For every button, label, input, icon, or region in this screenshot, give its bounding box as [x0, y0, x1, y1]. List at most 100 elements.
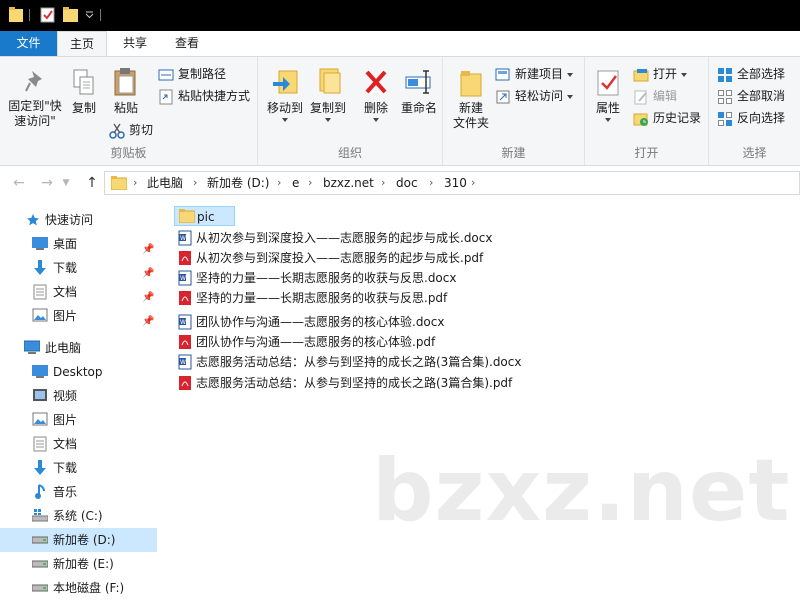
- drive-icon: [32, 560, 48, 568]
- customize-dropdown-icon[interactable]: [85, 11, 94, 19]
- svg-text:W: W: [180, 319, 186, 326]
- sidebar-item-documents-pc[interactable]: 文档: [0, 432, 157, 456]
- paste-label: 粘贴: [113, 101, 138, 115]
- invert-selection-button[interactable]: 反向选择: [717, 108, 785, 128]
- pin-icon[interactable]: 📌: [142, 310, 154, 334]
- chevron-down-icon: [373, 118, 379, 122]
- breadcrumb-chevron-icon[interactable]: ›: [471, 172, 475, 194]
- sidebar-item-pictures[interactable]: 图片 📌: [0, 304, 157, 328]
- select-none-button[interactable]: 全部取消: [717, 86, 785, 106]
- edit-label: 编辑: [653, 89, 678, 103]
- back-arrow-icon[interactable]: ←: [10, 174, 28, 192]
- paste-shortcut-button[interactable]: 粘贴快捷方式: [158, 86, 250, 106]
- copy-path-button[interactable]: 复制路径: [158, 64, 226, 84]
- breadcrumb-item[interactable]: 新加卷 (D:): [207, 172, 269, 194]
- breadcrumb-chevron-icon[interactable]: ›: [277, 172, 281, 194]
- easy-access-button[interactable]: 轻松访问: [495, 86, 574, 106]
- properties-button[interactable]: 属性: [589, 69, 627, 122]
- move-to-button[interactable]: 移动到: [263, 67, 307, 122]
- sidebar-item-drive-f[interactable]: 本地磁盘 (F:): [0, 576, 157, 600]
- forward-arrow-icon[interactable]: →: [38, 174, 56, 192]
- breadcrumb-item[interactable]: e: [292, 172, 299, 194]
- breadcrumb-chevron-icon[interactable]: ›: [133, 172, 137, 194]
- file-name: 从初次参与到深度投入——志愿服务的起步与成长.docx: [196, 231, 493, 245]
- word-document-icon: W: [178, 270, 192, 286]
- breadcrumb-item[interactable]: 310: [444, 172, 467, 194]
- properties-icon[interactable]: [40, 7, 56, 23]
- sidebar-item-label: 此电脑: [45, 341, 82, 355]
- properties-icon: [597, 70, 619, 96]
- sidebar-item-quick-access[interactable]: 快速访问: [0, 208, 157, 232]
- new-folder-button[interactable]: 新建 文件夹: [449, 69, 493, 131]
- copy-path-label: 复制路径: [178, 67, 227, 81]
- delete-button[interactable]: 删除: [358, 67, 394, 122]
- sidebar-item-music[interactable]: 音乐: [0, 480, 157, 504]
- address-bar[interactable]: › 此电脑 › 新加卷 (D:) › e › bzxz.net › doc › …: [104, 171, 800, 195]
- star-icon: [27, 214, 39, 226]
- breadcrumb-chevron-icon[interactable]: ›: [193, 172, 197, 194]
- tab-share[interactable]: 共享: [110, 31, 160, 56]
- picture-icon: [32, 412, 48, 426]
- list-item-folder[interactable]: pic: [174, 206, 235, 226]
- history-icon: [633, 113, 648, 126]
- history-button[interactable]: 历史记录: [633, 108, 701, 128]
- sidebar-item-label: 视频: [53, 389, 78, 403]
- rename-label: 重命名: [400, 101, 437, 115]
- delete-label: 删除: [363, 101, 388, 115]
- copy-label: 复制: [71, 101, 96, 115]
- new-folder-icon: [460, 71, 482, 97]
- breadcrumb-chevron-icon[interactable]: ›: [429, 172, 433, 194]
- rename-button[interactable]: 重命名: [397, 67, 441, 116]
- sidebar-item-desktop[interactable]: 桌面 📌: [0, 232, 157, 256]
- breadcrumb-chevron-icon[interactable]: ›: [308, 172, 312, 194]
- copy-button[interactable]: 复制: [66, 69, 102, 116]
- tab-home[interactable]: 主页: [57, 31, 107, 57]
- new-item-button[interactable]: 新建项目: [495, 64, 574, 84]
- sidebar-item-this-pc[interactable]: 此电脑: [0, 336, 157, 360]
- select-all-button[interactable]: 全部选择: [717, 64, 785, 84]
- sidebar-item-drive-c[interactable]: 系统 (C:): [0, 504, 157, 528]
- system-drive-icon: [32, 509, 48, 522]
- copy-to-button[interactable]: 复制到: [306, 67, 350, 122]
- sidebar-item-label: 新加卷 (D:): [53, 533, 116, 547]
- separator: [100, 9, 101, 21]
- breadcrumb-item[interactable]: doc: [396, 172, 418, 194]
- recent-locations-chevron-icon[interactable]: ▼: [60, 174, 72, 192]
- tab-file[interactable]: 文件: [0, 31, 57, 56]
- pdf-icon: [179, 291, 191, 305]
- tab-view[interactable]: 查看: [162, 31, 212, 56]
- sidebar-item-videos[interactable]: 视频: [0, 384, 157, 408]
- new-item-icon: [495, 68, 510, 80]
- folder-icon: [9, 7, 23, 22]
- pin-label-line2: 速访问": [14, 114, 56, 128]
- sidebar-item-label: 音乐: [53, 485, 78, 499]
- paste-button[interactable]: 粘贴: [108, 67, 144, 116]
- chevron-down-icon: [567, 94, 574, 99]
- download-icon: [34, 460, 46, 475]
- breadcrumb-item[interactable]: bzxz.net: [323, 172, 374, 194]
- edit-button[interactable]: 编辑: [633, 86, 677, 106]
- pdf-icon: [179, 376, 191, 390]
- new-folder-icon[interactable]: [63, 7, 78, 23]
- chevron-down-icon: [605, 118, 611, 122]
- up-arrow-icon[interactable]: ↑: [83, 174, 101, 192]
- sidebar-item-drive-e[interactable]: 新加卷 (E:): [0, 552, 157, 576]
- breadcrumb-item[interactable]: 此电脑: [147, 172, 183, 194]
- sidebar-item-drive-d[interactable]: 新加卷 (D:): [0, 528, 157, 552]
- document-icon: [33, 284, 47, 300]
- sidebar-item-label: 下载: [53, 461, 78, 475]
- sidebar-item-pictures-pc[interactable]: 图片: [0, 408, 157, 432]
- pdf-icon: [179, 335, 191, 349]
- breadcrumb-chevron-icon[interactable]: ›: [381, 172, 385, 194]
- sidebar-item-downloads-pc[interactable]: 下载: [0, 456, 157, 480]
- cut-button[interactable]: 剪切: [109, 120, 153, 140]
- copy-path-icon: [158, 69, 174, 80]
- move-to-icon: [273, 70, 298, 94]
- pin-to-quick-access-button[interactable]: 固定到"快 速访问": [3, 69, 67, 129]
- sidebar-item-documents[interactable]: 文档 📌: [0, 280, 157, 304]
- open-button[interactable]: 打开: [633, 64, 688, 84]
- select-none-icon: [718, 89, 732, 104]
- sidebar-item-desktop-pc[interactable]: Desktop: [0, 360, 157, 384]
- sidebar-item-downloads[interactable]: 下载 📌: [0, 256, 157, 280]
- drive-icon: [32, 536, 48, 544]
